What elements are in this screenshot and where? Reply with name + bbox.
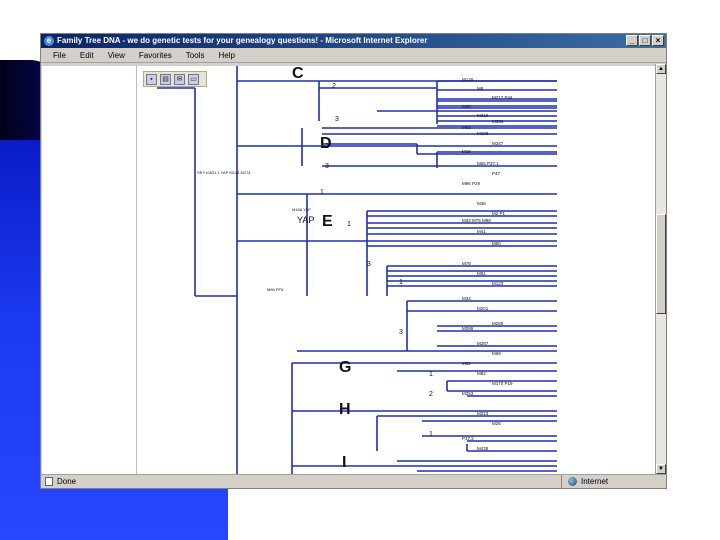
marker-label: M33 M75 M98 [462,218,491,223]
menu-favorites[interactable]: Favorites [139,49,172,62]
marker-label: M210 [477,113,489,118]
close-button[interactable]: × [652,35,664,46]
marker-label: M41 [477,229,486,234]
ie-icon: e [44,36,54,46]
marker-label: M69 [492,351,501,356]
window-title: Family Tree DNA - we do genetic tests fo… [57,36,428,45]
haplogroup-label-e: E [322,213,333,230]
globe-icon [568,477,577,486]
minimize-button[interactable]: _ [626,35,638,46]
scroll-up-icon[interactable]: ▲ [656,64,666,74]
marker-label: M130 [462,77,474,82]
branch-number: 2 [325,143,329,150]
marker-label: M81 [477,271,486,276]
haplogroup-label-c: C [292,66,304,82]
marker-label: M208 [477,131,489,136]
page-left-margin [42,66,136,474]
haplogroup-label-i: I [342,454,346,471]
marker-label: P37.2 [462,436,474,441]
marker-label: M35 [477,201,486,206]
marker-label: M201 [477,306,489,311]
scroll-down-icon[interactable]: ▼ [656,464,666,474]
marker-label: M52 [462,361,471,366]
marker-label: M285 [492,321,504,326]
scroll-thumb[interactable] [656,214,666,314]
marker-label: M8 [477,86,484,91]
title-bar[interactable]: e Family Tree DNA - we do genetic tests … [41,34,666,48]
menu-bar: File Edit View Favorites Tools Help [41,49,666,63]
branch-number: 1 [347,221,351,228]
marker-label: M287 [477,341,489,346]
branch-number: 1 [429,371,433,378]
marker-label: M253 [462,391,474,396]
page-icon [45,477,53,486]
marker-label: M78 [462,261,471,266]
menu-help[interactable]: Help [218,49,234,62]
marker-label: M26 [492,421,501,426]
marker-label: M82 [477,371,486,376]
marker-label: M93 [462,125,471,130]
marker-label: M286 [462,326,474,331]
marker-label: M38 [462,104,471,109]
marker-label: M60 [492,241,501,246]
menu-tools[interactable]: Tools [186,49,205,62]
marker-label: M347 [492,141,504,146]
mail-icon[interactable]: ✉ [174,74,185,85]
root-marker-label: SRY10831.1 YAP M145 M174 [197,170,251,175]
marker-label: M15 [462,149,471,154]
menu-edit[interactable]: Edit [80,49,94,62]
y-haplogroup-tree: CDEGHIYAPSRY10831.1 YAP M145 M174M168 YA… [157,66,557,474]
menu-file[interactable]: File [53,49,66,62]
status-bar: Done Internet [41,474,666,488]
yap-marker-label: M168 YAP [292,207,311,212]
marker-label: M356 [492,119,504,124]
marker-label: M438 [477,446,489,451]
marker-label: M96 P29 [462,181,481,186]
save-icon[interactable]: ▪ [146,74,157,85]
haplogroup-label-h: H [339,401,351,418]
marker-label: M2 P1 [492,211,506,216]
marker-label: M123 [492,281,504,286]
branch-number: 3 [399,329,403,336]
maximize-button[interactable]: □ [639,35,651,46]
branch-number: 2 [332,83,336,90]
branch-number: 1 [399,279,403,286]
haplogroup-label-g: G [339,359,351,376]
branch-number: 3 [367,261,371,268]
branch-number: 3 [335,116,339,123]
marker-label: M170 P19 [492,381,513,386]
status-text: Done [57,477,77,486]
folder-icon[interactable]: ▭ [188,74,199,85]
branch-number: 1 [429,431,433,438]
page-right-margin [579,66,655,474]
marker-label: M34 [462,296,471,301]
branch-number: 2 [429,391,433,398]
marker-label: M55 P37.1 [477,161,499,166]
image-toolbar: ▪ ▤ ✉ ▭ [143,71,207,87]
marker-label: M223 [477,411,489,416]
branch-number: 3 [325,163,329,170]
menu-view[interactable]: View [108,49,125,62]
yap-label: YAP [297,215,314,225]
browser-window: e Family Tree DNA - we do genetic tests … [40,33,667,489]
trunk-marker-label: M89 PF5 [267,287,284,292]
vertical-scrollbar[interactable]: ▲ ▼ [655,64,666,474]
branch-number: 1 [320,189,324,196]
security-zone: Internet [581,477,609,486]
print-icon[interactable]: ▤ [160,74,171,85]
tree-viewport: C D E G H I YAP SRY10831.1 YAP M145 M174 M168 YA… [136,66,579,474]
marker-label: M217 P44 [492,95,513,100]
marker-label: P47 [492,171,501,176]
